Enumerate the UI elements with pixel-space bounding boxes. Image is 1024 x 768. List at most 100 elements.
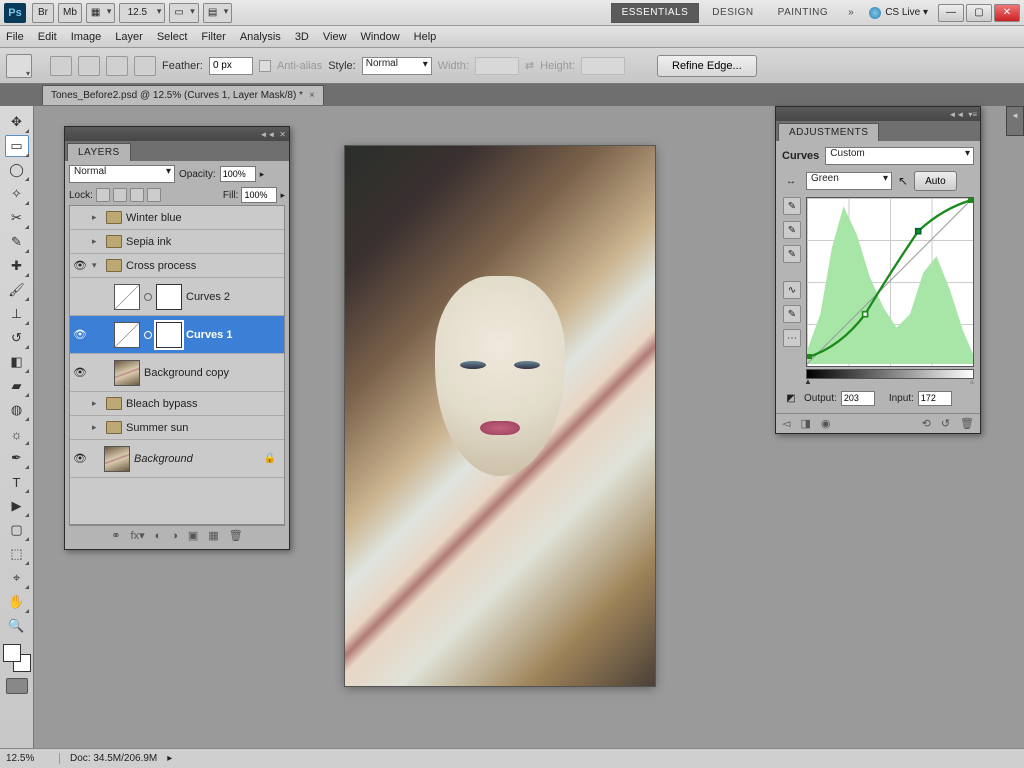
workspace-painting[interactable]: PAINTING — [767, 3, 839, 23]
selection-intersect[interactable] — [134, 56, 156, 76]
curves-graph[interactable] — [806, 197, 974, 367]
layer-row[interactable]: ▸Bleach bypass — [70, 392, 284, 416]
auto-button[interactable]: Auto — [914, 171, 957, 191]
selection-subtract[interactable] — [106, 56, 128, 76]
bridge-button[interactable]: Br — [32, 3, 54, 23]
lasso-tool[interactable]: ◯ — [5, 159, 29, 181]
blend-mode-select[interactable]: Normal — [69, 165, 175, 183]
eyedropper-tool[interactable]: ✎ — [5, 231, 29, 253]
window-maximize[interactable]: ▢ — [966, 4, 992, 22]
layer-name[interactable]: Curves 2 — [186, 291, 230, 303]
layer-row[interactable]: ▸Summer sun — [70, 416, 284, 440]
workspace-more[interactable]: » — [841, 3, 861, 23]
close-tab-icon[interactable]: × — [309, 90, 315, 101]
opacity-input[interactable] — [220, 166, 256, 182]
path-select-tool[interactable]: ▶ — [5, 495, 29, 517]
menu-image[interactable]: Image — [71, 31, 102, 43]
trash-icon[interactable]: 🗑 — [960, 417, 974, 430]
workspace-design[interactable]: DESIGN — [701, 3, 764, 23]
adjustments-panel-head[interactable]: ◄◄ ▾≡ — [776, 107, 980, 121]
layer-row[interactable]: ▸Sepia ink — [70, 230, 284, 254]
menu-analysis[interactable]: Analysis — [240, 31, 281, 43]
minibridge-button[interactable]: Mb — [58, 3, 82, 23]
menu-file[interactable]: File — [6, 31, 24, 43]
zoom-level-dropdown[interactable]: 12.5 — [119, 3, 165, 23]
lock-all-icon[interactable] — [147, 188, 161, 202]
layer-name[interactable]: Background — [134, 453, 193, 465]
disclosure-icon[interactable]: ▸ — [92, 212, 102, 223]
extras-dropdown[interactable]: ▤ — [203, 3, 232, 23]
channel-select[interactable]: Green — [806, 172, 892, 190]
opacity-arrow-icon[interactable]: ▸ — [260, 169, 265, 180]
document-tab[interactable]: Tones_Before2.psd @ 12.5% (Curves 1, Lay… — [42, 85, 324, 105]
menu-3d[interactable]: 3D — [295, 31, 309, 43]
disclosure-icon[interactable]: ▸ — [92, 422, 102, 433]
layer-row[interactable]: ▸ Winter blue — [70, 206, 284, 230]
panel-dock-collapse[interactable] — [1006, 106, 1024, 136]
collapse-icon[interactable]: ◄◄ — [948, 110, 964, 119]
layer-name[interactable]: Winter blue — [126, 212, 182, 224]
layer-row[interactable]: Curves 2 — [70, 278, 284, 316]
shape-tool[interactable]: ▢ — [5, 519, 29, 541]
window-minimize[interactable]: — — [938, 4, 964, 22]
status-zoom[interactable]: 12.5% — [6, 753, 60, 764]
visibility-toggle[interactable]: 👁 — [72, 366, 88, 379]
fill-arrow-icon[interactable]: ▸ — [280, 190, 285, 201]
heal-tool[interactable]: ✚ — [5, 255, 29, 277]
layer-name[interactable]: Curves 1 — [186, 329, 232, 341]
clip-icon[interactable]: ◨ — [800, 417, 810, 430]
disclosure-icon[interactable]: ▾ — [92, 260, 102, 271]
status-arrow-icon[interactable]: ▸ — [167, 753, 172, 764]
crop-tool[interactable]: ✂ — [5, 207, 29, 229]
layer-name[interactable]: Background copy — [144, 367, 229, 379]
clip-preview-icon[interactable]: ◩ — [782, 389, 800, 407]
adjustment-icon[interactable]: ◑ — [171, 530, 178, 542]
link-layers-icon[interactable]: ⚭ — [111, 529, 120, 542]
lock-trans-icon[interactable] — [96, 188, 110, 202]
arrange-docs-dropdown[interactable]: ▦ — [86, 3, 115, 23]
fx-icon[interactable]: fx▾ — [131, 529, 145, 542]
reset-icon[interactable]: ↺ — [941, 417, 950, 430]
target-adjust-icon[interactable]: ↔ — [782, 172, 800, 190]
curve-options-icon[interactable]: ⋯ — [783, 329, 801, 347]
panel-menu-icon[interactable]: ▾≡ — [968, 110, 977, 119]
stamp-tool[interactable]: ⊥ — [5, 303, 29, 325]
zoom-tool[interactable]: 🔍 — [5, 615, 29, 637]
close-panel-icon[interactable]: ✕ — [279, 130, 286, 139]
layers-panel-head[interactable]: ◄◄ ✕ — [65, 127, 289, 141]
selection-add[interactable] — [78, 56, 100, 76]
mask-icon[interactable]: ◐ — [155, 530, 162, 542]
layer-name[interactable]: Bleach bypass — [126, 398, 198, 410]
menu-filter[interactable]: Filter — [201, 31, 225, 43]
menu-layer[interactable]: Layer — [115, 31, 143, 43]
pen-tool[interactable]: ✒ — [5, 447, 29, 469]
prev-state-icon[interactable]: ⟲ — [922, 417, 931, 430]
layer-row[interactable]: 👁Background🔒 — [70, 440, 284, 478]
output-input[interactable] — [841, 391, 875, 406]
style-select[interactable]: Normal — [362, 57, 432, 75]
visibility-toggle[interactable]: 👁 — [72, 452, 88, 465]
input-slider[interactable] — [806, 369, 974, 379]
workspace-essentials[interactable]: ESSENTIALS — [611, 3, 700, 23]
layers-tab[interactable]: LAYERS — [67, 143, 131, 161]
menu-help[interactable]: Help — [414, 31, 437, 43]
group-icon[interactable]: ▣ — [188, 529, 198, 542]
visibility-toggle[interactable]: 👁 — [72, 259, 88, 272]
back-icon[interactable]: ◅ — [782, 417, 790, 430]
eyedropper-white-icon[interactable]: ✎ — [783, 245, 801, 263]
trash-icon[interactable]: 🗑 — [229, 529, 243, 542]
layer-row[interactable]: 👁 Background copy — [70, 354, 284, 392]
menu-select[interactable]: Select — [157, 31, 188, 43]
screen-mode-dropdown[interactable]: ▭ — [169, 3, 198, 23]
layer-name[interactable]: Cross process — [126, 260, 196, 272]
eraser-tool[interactable]: ◧ — [5, 351, 29, 373]
menu-window[interactable]: Window — [361, 31, 400, 43]
feather-input[interactable] — [209, 57, 253, 75]
type-tool[interactable]: T — [5, 471, 29, 493]
refine-edge-button[interactable]: Refine Edge... — [657, 55, 757, 77]
menu-view[interactable]: View — [323, 31, 347, 43]
menu-edit[interactable]: Edit — [38, 31, 57, 43]
status-doc-info[interactable]: Doc: 34.5M/206.9M — [70, 753, 157, 764]
collapse-icon[interactable]: ◄◄ — [259, 130, 275, 139]
color-swatches[interactable] — [3, 644, 31, 672]
